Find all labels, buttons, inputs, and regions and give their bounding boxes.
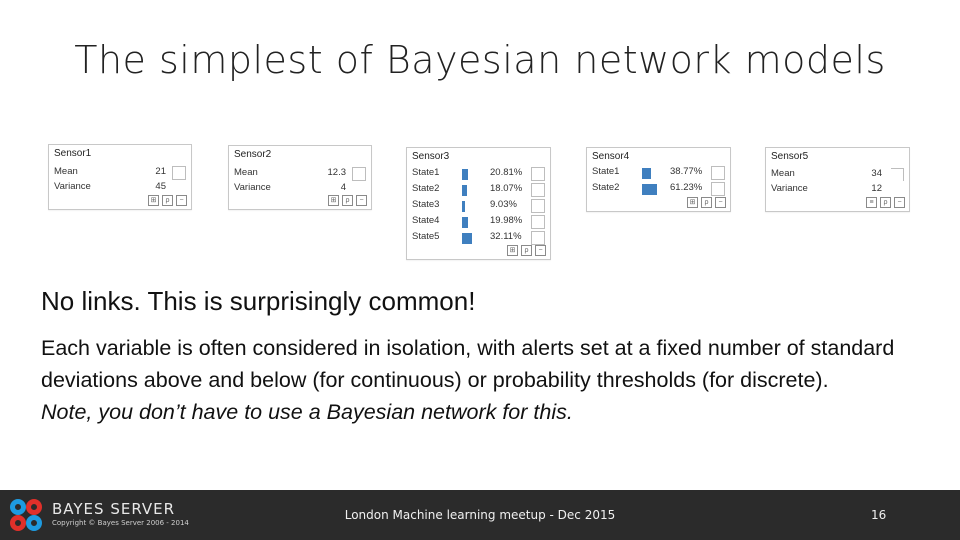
mean-label: Mean (54, 166, 78, 177)
node-name: Sensor4 (592, 151, 630, 162)
probability-bar (462, 201, 465, 212)
evidence-box[interactable] (711, 182, 725, 196)
collapse-icon[interactable]: − (535, 245, 546, 256)
variance-value: 4 (340, 182, 346, 193)
grid-icon[interactable]: ⊞ (687, 197, 698, 208)
evidence-box[interactable] (531, 167, 545, 181)
state-probability: 20.81% (490, 167, 523, 178)
grid-icon[interactable]: ⊞ (507, 245, 518, 256)
state-label: State5 (412, 231, 440, 242)
evidence-box[interactable] (531, 183, 545, 197)
footer: BAYES SERVER Copyright © Bayes Server 20… (0, 490, 960, 540)
state-probability: 19.98% (490, 215, 523, 226)
state-row: State2 18.07% (412, 183, 545, 197)
state-row: State2 61.23% (592, 182, 725, 196)
variance-value: 45 (155, 181, 166, 192)
node-sensor1[interactable]: Sensor1 Mean 21 Variance 45 ⊞ ρ − (48, 144, 192, 210)
state-row: State5 32.11% (412, 231, 545, 245)
body-note: Note, you don’t have to use a Bayesian n… (41, 400, 573, 424)
probability-bar (462, 233, 472, 244)
evidence-box[interactable] (891, 168, 904, 181)
slide-body: Each variable is often considered in iso… (41, 332, 941, 428)
state-row: State1 38.77% (592, 166, 725, 180)
query-icon[interactable]: ρ (880, 197, 891, 208)
state-label: State3 (412, 199, 440, 210)
query-icon[interactable]: ρ (342, 195, 353, 206)
grid-icon[interactable]: ⊞ (328, 195, 339, 206)
collapse-icon[interactable]: − (894, 197, 905, 208)
node-name: Sensor5 (771, 151, 809, 162)
variance-label: Variance (234, 182, 271, 193)
state-probability: 38.77% (670, 166, 703, 177)
node-sensor2[interactable]: Sensor2 Mean 12.3 Variance 4 ⊞ ρ − (228, 145, 372, 210)
state-row: State3 9.03% (412, 199, 545, 213)
evidence-box[interactable] (531, 231, 545, 245)
probability-bar (462, 185, 468, 196)
probability-bar (642, 168, 652, 179)
query-icon[interactable]: ρ (521, 245, 532, 256)
mean-value: 21 (155, 166, 166, 177)
evidence-box[interactable] (172, 166, 186, 180)
variance-value: 12 (871, 183, 882, 194)
node-name: Sensor2 (234, 149, 272, 160)
state-probability: 32.11% (490, 231, 522, 242)
state-label: State1 (412, 167, 440, 178)
variance-label: Variance (54, 181, 91, 192)
probability-bar (462, 169, 469, 180)
body-paragraph: Each variable is often considered in iso… (41, 336, 895, 392)
state-label: State1 (592, 166, 620, 177)
node-name: Sensor1 (54, 148, 92, 159)
state-row: State4 19.98% (412, 215, 545, 229)
node-sensor3[interactable]: Sensor3 State1 20.81% State2 18.07% State3 9.… (406, 147, 551, 260)
state-probability: 61.23% (670, 182, 703, 193)
evidence-box[interactable] (352, 167, 366, 181)
event-name: London Machine learning meetup - Dec 201… (344, 508, 616, 522)
state-probability: 18.07% (490, 183, 523, 194)
state-row: State1 20.81% (412, 167, 545, 181)
evidence-box[interactable] (531, 199, 545, 213)
node-sensor4[interactable]: Sensor4 State1 38.77% State2 61.23% ⊞ ρ − (586, 147, 731, 212)
mean-label: Mean (771, 168, 795, 179)
mean-label: Mean (234, 167, 258, 178)
probability-bar (642, 184, 657, 195)
list-icon[interactable]: ≡ (866, 197, 877, 208)
mean-value: 34 (871, 168, 882, 179)
collapse-icon[interactable]: − (356, 195, 367, 206)
state-label: State2 (592, 182, 620, 193)
probability-bar (462, 217, 468, 228)
page-number: 16 (871, 508, 887, 522)
state-label: State2 (412, 183, 440, 194)
node-sensor5[interactable]: Sensor5 Mean 34 Variance 12 ≡ ρ − (765, 147, 910, 212)
collapse-icon[interactable]: − (715, 197, 726, 208)
query-icon[interactable]: ρ (162, 195, 173, 206)
slide-heading: No links. This is surprisingly common! (41, 286, 476, 316)
node-name: Sensor3 (412, 151, 450, 162)
evidence-box[interactable] (711, 166, 725, 180)
state-label: State4 (412, 215, 440, 226)
query-icon[interactable]: ρ (701, 197, 712, 208)
evidence-box[interactable] (531, 215, 545, 229)
slide-title: The simplest of Bayesian network models (74, 38, 886, 82)
collapse-icon[interactable]: − (176, 195, 187, 206)
mean-value: 12.3 (327, 167, 347, 178)
variance-label: Variance (771, 183, 808, 194)
state-probability: 9.03% (490, 199, 517, 210)
grid-icon[interactable]: ⊞ (148, 195, 159, 206)
